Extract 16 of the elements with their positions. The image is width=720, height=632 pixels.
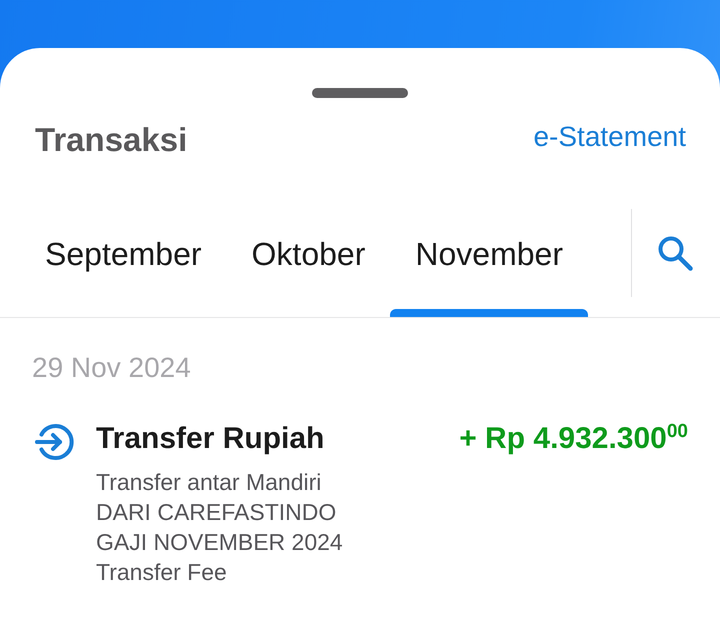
transaction-amount: + Rp 4.932.300$^{00}$	[459, 421, 688, 457]
page-title: Transaksi	[35, 120, 188, 160]
month-tab[interactable]: November	[390, 209, 588, 317]
transaction-detail-line: GAJI NOVEMBER 2024	[96, 528, 343, 557]
transaction-title: Transfer Rupiah	[96, 421, 324, 457]
month-tab[interactable]: September	[20, 209, 227, 317]
e-statement-link[interactable]: e-Statement	[533, 120, 686, 154]
transaction-detail-line: Transfer antar Mandiri	[96, 468, 322, 497]
search-button[interactable]	[657, 235, 693, 271]
transaction-detail-line: Transfer Fee	[96, 558, 227, 587]
month-tab[interactable]: Oktober	[226, 209, 390, 317]
transaction-detail-line: DARI CAREFASTINDO	[96, 498, 336, 527]
drag-handle[interactable]	[312, 88, 408, 98]
date-heading: 29 Nov 2024	[32, 351, 191, 385]
search-icon	[657, 235, 693, 271]
incoming-transfer-icon	[35, 422, 75, 462]
